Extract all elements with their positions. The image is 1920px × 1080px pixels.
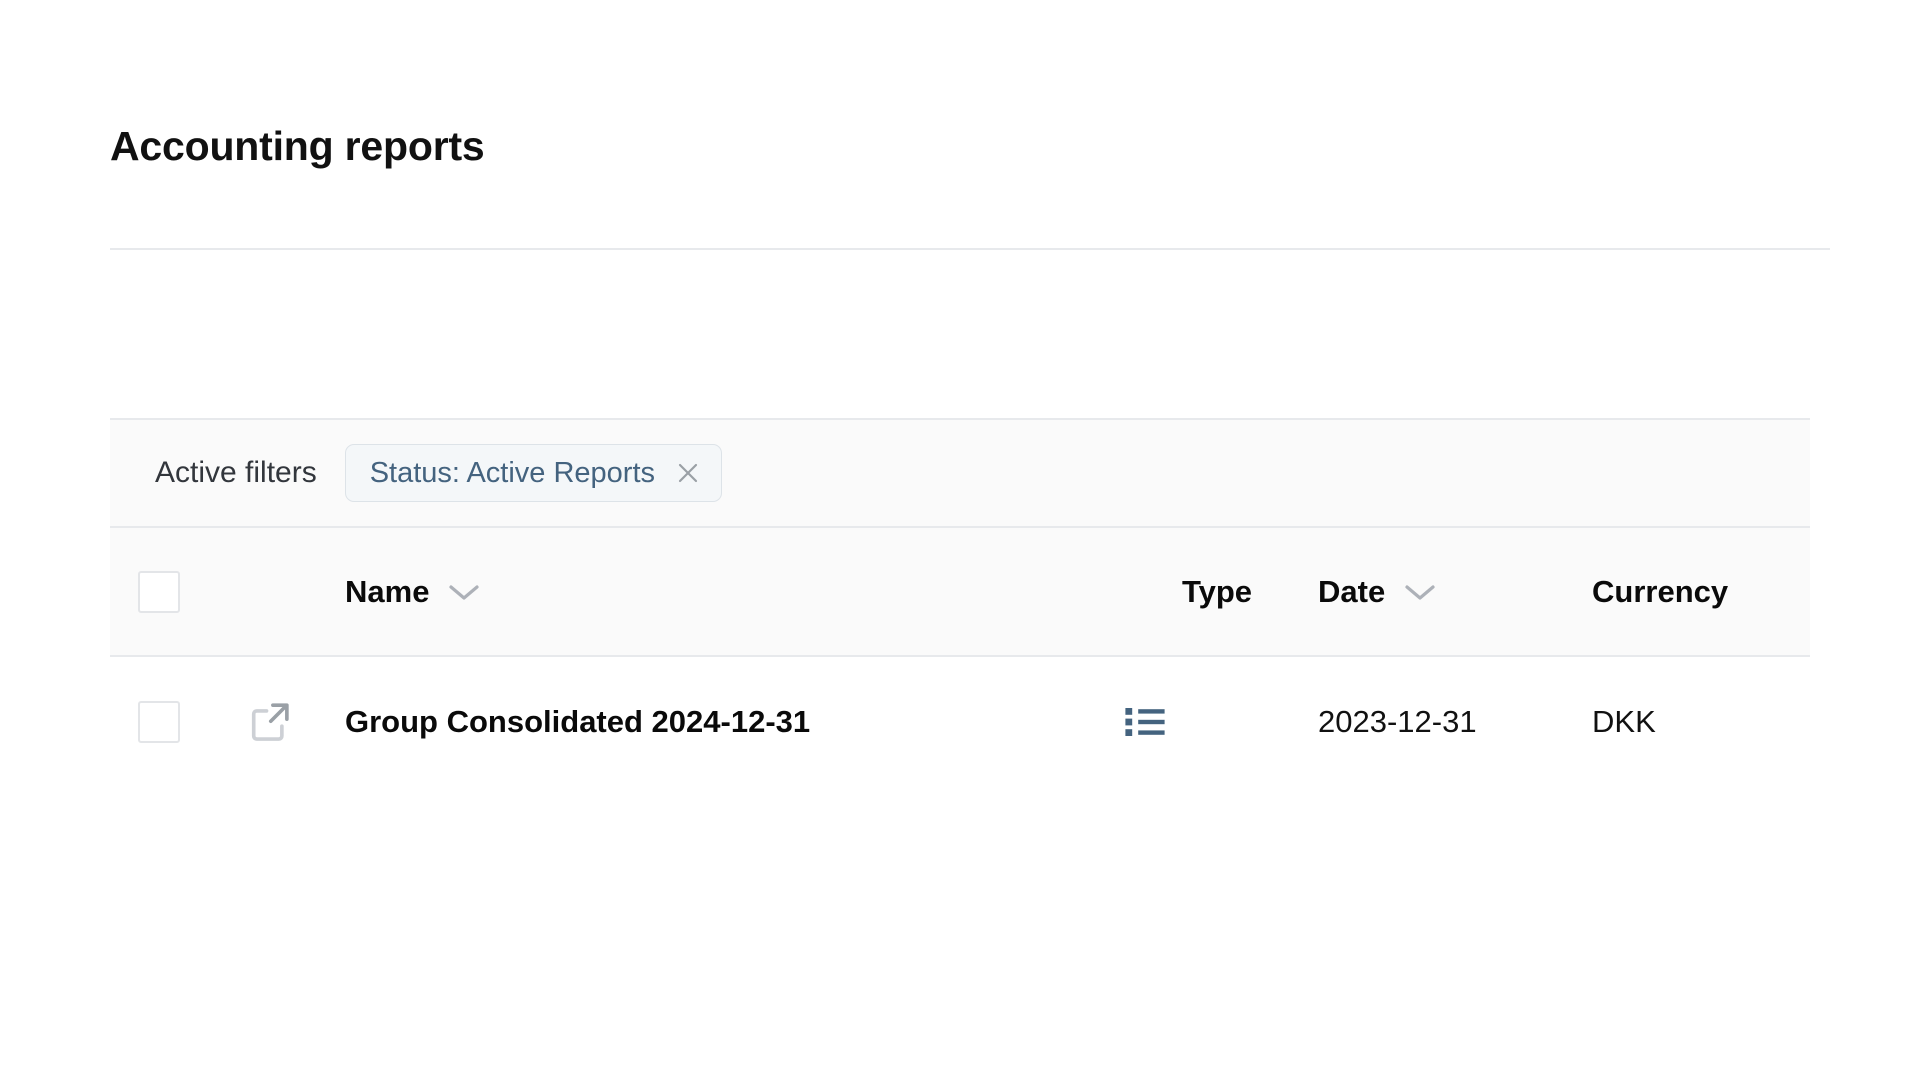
report-currency: DKK xyxy=(1592,704,1656,739)
column-type-header: Type xyxy=(1105,574,1290,610)
filter-chip-label: Status: Active Reports xyxy=(369,456,656,489)
select-all-checkbox[interactable] xyxy=(138,570,180,613)
row-select-cell xyxy=(110,701,232,743)
header-divider xyxy=(110,248,1830,250)
report-date: 2023-12-31 xyxy=(1318,704,1477,739)
table-body: Group Consolidated 2024-12-31 2023-12-31… xyxy=(110,657,1810,787)
row-open-cell xyxy=(232,699,335,745)
column-select-all xyxy=(110,570,232,613)
column-currency-label: Currency xyxy=(1592,573,1729,609)
active-filters-bar: Active filters Status: Active Reports xyxy=(110,418,1810,528)
column-date-label: Date xyxy=(1318,573,1386,609)
row-type-cell xyxy=(1105,702,1290,742)
row-currency-cell: DKK xyxy=(1530,704,1810,740)
table-header-row: Name Type Date Currency xyxy=(110,528,1810,655)
column-name-header[interactable]: Name xyxy=(335,574,1105,610)
active-filters-label: Active filters xyxy=(155,456,317,489)
row-date-cell: 2023-12-31 xyxy=(1290,704,1530,740)
table-header: Name Type Date Currency xyxy=(110,528,1810,657)
table-row[interactable]: Group Consolidated 2024-12-31 2023-12-31… xyxy=(110,657,1810,787)
close-icon[interactable] xyxy=(675,460,701,486)
chevron-down-icon[interactable] xyxy=(447,582,481,602)
chevron-down-icon[interactable] xyxy=(1403,582,1437,602)
reports-table: Name Type Date Currency Group Consolidat… xyxy=(110,528,1810,787)
page-header: Accounting reports xyxy=(110,122,1810,170)
filter-chip-status[interactable]: Status: Active Reports xyxy=(344,444,723,502)
filter-chip-list: Status: Active Reports xyxy=(344,444,723,502)
column-currency-header: Currency xyxy=(1530,574,1810,610)
row-checkbox[interactable] xyxy=(138,701,180,743)
column-type-label: Type xyxy=(1181,573,1252,609)
list-icon xyxy=(1123,702,1167,742)
column-date-header[interactable]: Date xyxy=(1290,574,1530,610)
row-name-cell[interactable]: Group Consolidated 2024-12-31 xyxy=(335,704,1105,740)
column-name-label: Name xyxy=(345,573,430,609)
page-title: Accounting reports xyxy=(110,123,485,169)
external-link-icon[interactable] xyxy=(247,699,293,745)
accounting-reports-page: Accounting reports Active filters Status… xyxy=(0,0,1920,1080)
report-name: Group Consolidated 2024-12-31 xyxy=(345,704,811,739)
